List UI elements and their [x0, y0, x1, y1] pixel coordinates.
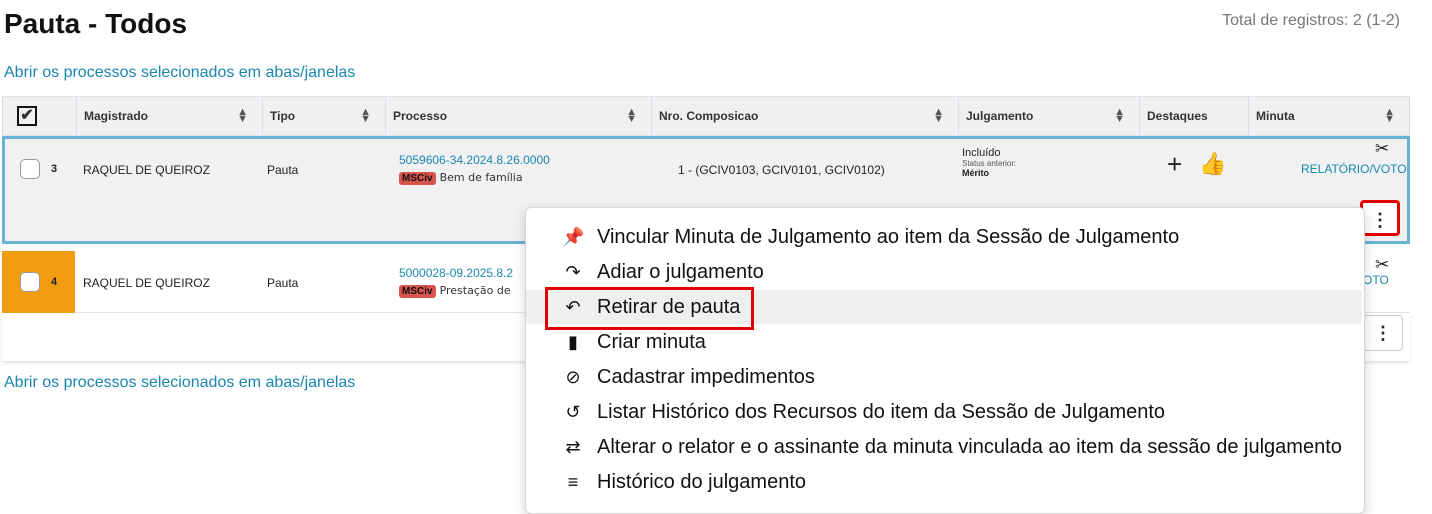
- col-minuta-label: Minuta: [1256, 109, 1295, 123]
- menu-item-label: Vincular Minuta de Julgamento ao item da…: [597, 226, 1180, 248]
- assunto-text: Prestação de: [439, 284, 511, 297]
- thumbs-up-icon[interactable]: 👍: [1199, 151, 1226, 177]
- list-icon: ≡: [567, 472, 579, 492]
- row-actions-menu: 📌 Vincular Minuta de Julgamento ao item …: [525, 207, 1365, 514]
- status-anterior-value: Mérito: [962, 168, 989, 178]
- row-number: 3: [51, 163, 58, 175]
- row-actions-kebab[interactable]: ⋮: [1363, 315, 1403, 351]
- julgamento-cell: Incluído Status anterior: Mérito: [962, 147, 1016, 178]
- row-checkbox[interactable]: [20, 159, 40, 179]
- minuta-link[interactable]: RELATÓRIO/VOTO: [1301, 162, 1407, 176]
- col-julgamento[interactable]: Julgamento ▲ ▼: [958, 97, 1139, 135]
- col-processo-label: Processo: [393, 109, 448, 123]
- processo-cell: 5000028-09.2025.8.2 MSCiv Prestação de: [399, 266, 513, 298]
- menu-item-label: Criar minuta: [597, 331, 706, 353]
- composicao-cell: 1 - (GCIV0103, GCIV0101, GCIV0102): [678, 163, 885, 177]
- col-minuta[interactable]: Minuta ▲ ▼: [1248, 97, 1409, 135]
- sort-icon[interactable]: ▲ ▼: [1114, 107, 1125, 125]
- open-selected-link-bottom[interactable]: Abrir os processos selecionados em abas/…: [4, 374, 355, 392]
- menu-item-historico-recursos[interactable]: ↺ Listar Histórico dos Recursos do item …: [526, 395, 1362, 429]
- col-destaques: Destaques: [1139, 97, 1248, 135]
- minuta-link[interactable]: OTO: [1363, 273, 1389, 287]
- col-tipo[interactable]: Tipo ▲ ▼: [262, 97, 385, 135]
- swap-arrows-icon: ⇄: [565, 437, 581, 457]
- class-tag: MSCiv: [399, 172, 436, 185]
- magistrado-cell: RAQUEL DE QUEIROZ: [83, 276, 210, 290]
- assunto-text: Bem de família: [439, 171, 523, 184]
- highlight-box: [545, 287, 754, 330]
- menu-item-alterar-relator[interactable]: ⇄ Alterar o relator e o assinante da min…: [526, 430, 1362, 464]
- col-magistrado-label: Magistrado: [84, 109, 149, 123]
- col-destaques-label: Destaques: [1147, 109, 1208, 123]
- menu-item-label: Histórico do julgamento: [597, 471, 806, 493]
- open-selected-link-top[interactable]: Abrir os processos selecionados em abas/…: [4, 64, 355, 82]
- menu-item-impedimentos[interactable]: ⊘ Cadastrar impedimentos: [526, 360, 1362, 394]
- add-destaque-icon[interactable]: +: [1167, 151, 1182, 177]
- scissors-icon[interactable]: ✂: [1375, 139, 1389, 159]
- col-julgamento-label: Julgamento: [966, 109, 1034, 123]
- tipo-cell: Pauta: [267, 163, 299, 177]
- processo-cell: 5059606-34.2024.8.26.0000 MSCiv Bem de fa…: [399, 153, 550, 185]
- menu-item-historico-julgamento[interactable]: ≡ Histórico do julgamento: [526, 465, 1362, 499]
- processo-link[interactable]: 5000028-09.2025.8.2: [399, 266, 513, 280]
- status-anterior-label: Status anterior:: [962, 159, 1017, 168]
- col-composicao[interactable]: Nro. Composicao ▲ ▼: [651, 97, 958, 135]
- select-all-checkbox[interactable]: ✔: [17, 106, 37, 126]
- menu-item-label: Alterar o relator e o assinante da minut…: [597, 436, 1342, 458]
- row-number: 4: [51, 276, 58, 288]
- class-tag: MSCiv: [399, 285, 436, 298]
- julgamento-status: Incluído: [962, 147, 1001, 159]
- menu-item-vincular-minuta[interactable]: 📌 Vincular Minuta de Julgamento ao item …: [526, 220, 1362, 254]
- tipo-cell: Pauta: [267, 276, 299, 290]
- sort-icon[interactable]: ▲ ▼: [360, 107, 371, 125]
- row-checkbox[interactable]: [20, 272, 40, 292]
- total-records: Total de registros: 2 (1-2): [1222, 12, 1400, 29]
- prohibited-icon: ⊘: [565, 367, 581, 387]
- menu-item-criar-minuta[interactable]: ▮ Criar minuta: [526, 325, 1362, 359]
- processo-link[interactable]: 5059606-34.2024.8.26.0000: [399, 153, 550, 167]
- col-processo[interactable]: Processo ▲ ▼: [385, 97, 651, 135]
- magistrado-cell: RAQUEL DE QUEIROZ: [83, 163, 210, 177]
- history-icon: ↺: [565, 402, 581, 422]
- menu-item-label: Listar Histórico dos Recursos do item da…: [597, 401, 1166, 423]
- col-magistrado[interactable]: Magistrado ▲ ▼: [76, 97, 262, 135]
- sort-icon[interactable]: ▲ ▼: [626, 107, 637, 125]
- row-actions-kebab[interactable]: ⋮: [1360, 200, 1400, 236]
- page-title: Pauta - Todos: [4, 8, 188, 39]
- menu-item-label: Adiar o julgamento: [597, 261, 764, 283]
- menu-item-adiar[interactable]: ↷ Adiar o julgamento: [526, 255, 1362, 289]
- col-composicao-label: Nro. Composicao: [659, 109, 759, 123]
- sort-icon[interactable]: ▲ ▼: [1384, 107, 1395, 125]
- scissors-icon[interactable]: ✂: [1375, 255, 1389, 275]
- col-tipo-label: Tipo: [270, 109, 296, 123]
- file-icon: ▮: [568, 332, 578, 352]
- redo-arrow-icon: ↷: [565, 262, 581, 282]
- select-all-cell: ✔: [3, 97, 76, 135]
- pin-icon: 📌: [562, 227, 585, 247]
- sort-icon[interactable]: ▲ ▼: [933, 107, 944, 125]
- sort-icon[interactable]: ▲ ▼: [237, 107, 248, 125]
- table-header: ✔ Magistrado ▲ ▼ Tipo ▲ ▼ Processo ▲ ▼ Nro.…: [2, 96, 1410, 136]
- menu-item-label: Cadastrar impedimentos: [597, 366, 815, 388]
